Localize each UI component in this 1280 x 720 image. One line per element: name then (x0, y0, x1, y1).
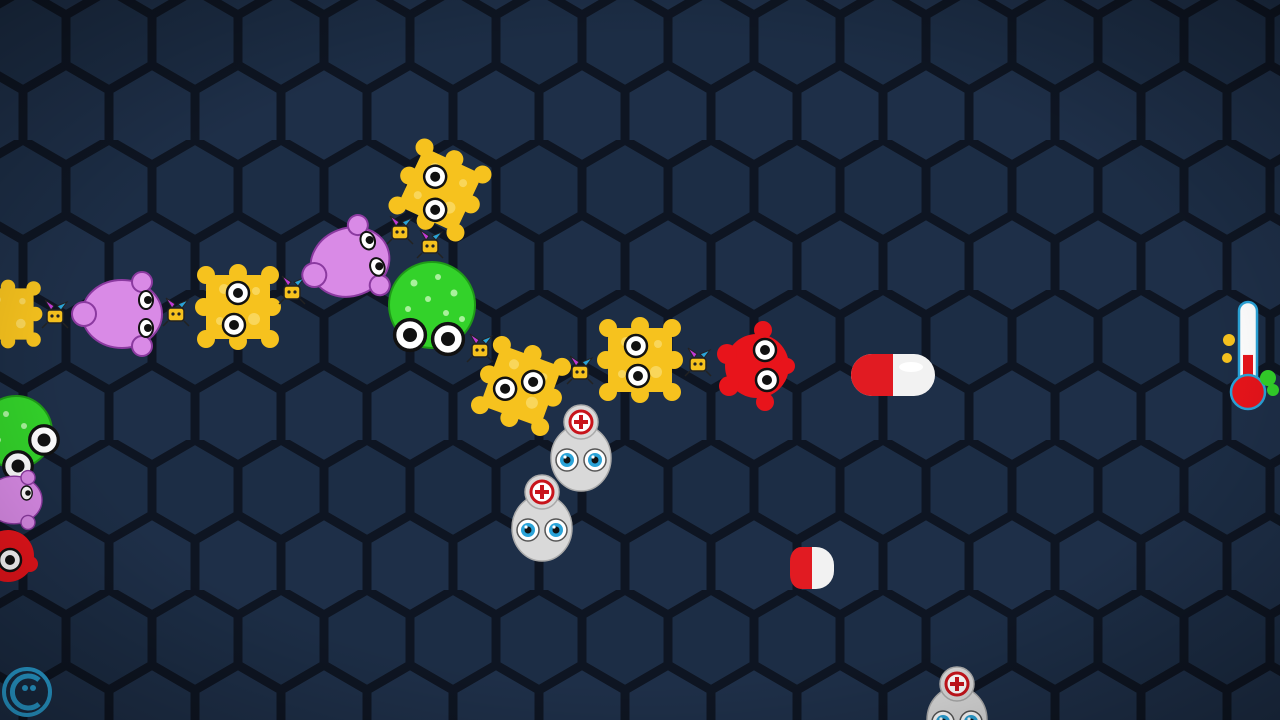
yellow-germ (195, 264, 281, 350)
game-stage[interactable] (0, 0, 1280, 720)
game-logo-icon[interactable] (2, 667, 52, 717)
yellow-germ (597, 317, 683, 403)
pill-capsule-large[interactable] (851, 354, 935, 396)
yellow-germ (0, 279, 43, 349)
game-canvas[interactable] (0, 0, 1280, 720)
pill-capsule-small[interactable] (790, 547, 834, 589)
green-germ (388, 261, 476, 357)
